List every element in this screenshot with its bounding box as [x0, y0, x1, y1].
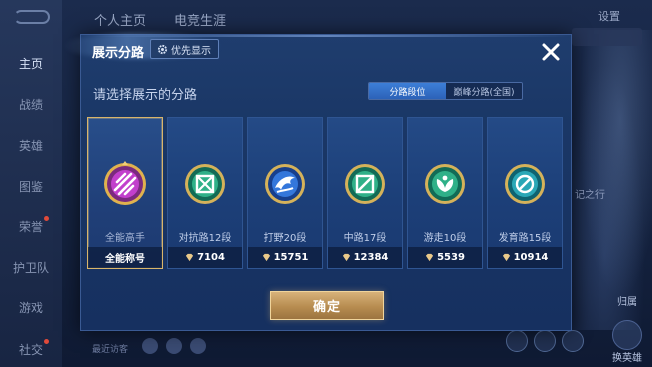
diamond-score-icon [502, 253, 510, 262]
card-label: 游走10段 [423, 233, 467, 244]
card-footer: 12384 [328, 247, 402, 268]
tab-lane-rank[interactable]: 分路段位 [369, 83, 446, 99]
lane-card-mid[interactable]: 中路17段 12384 [327, 117, 403, 269]
display-lane-dialog: 展示分路 优先显示 请选择展示的分路 分路段位 巅峰分路(全国) 全能高手 全能… [63, 33, 572, 331]
tab-esports[interactable]: 电竞生涯 [174, 10, 226, 29]
nav-item-guard[interactable]: 护卫队 [0, 259, 62, 276]
action-circle-icon[interactable] [562, 330, 584, 352]
card-footer-text: 15751 [273, 252, 309, 263]
action-circle-icon[interactable] [534, 330, 556, 352]
nav-item-home[interactable]: 主页 [0, 55, 62, 72]
notification-dot [44, 216, 49, 221]
close-button[interactable] [538, 39, 564, 65]
recent-visitors-label: 最近访客 [92, 345, 129, 355]
roam-emblem-icon [425, 164, 465, 204]
card-label: 对抗路12段 [178, 233, 232, 244]
hero-artwork [572, 30, 652, 330]
card-label: 全能高手 [105, 233, 145, 244]
avatar[interactable] [166, 338, 182, 354]
tab-personal[interactable]: 个人主页 [94, 10, 146, 29]
nav-item-record[interactable]: 战绩 [0, 96, 62, 113]
lane-card-jungle[interactable]: 打野20段 15751 [247, 117, 323, 269]
lane-card-roam[interactable]: 游走10段 5539 [407, 117, 483, 269]
nav-item-game[interactable]: 游戏 [0, 299, 62, 316]
switch-hero-label: 换英雄 [612, 353, 642, 364]
gear-icon [157, 44, 168, 54]
card-label: 中路17段 [343, 233, 387, 244]
quick-actions [506, 330, 584, 352]
close-icon [542, 43, 560, 61]
lane-card-all[interactable]: 全能高手 全能称号 [87, 117, 163, 269]
priority-label: 优先显示 [171, 45, 211, 57]
priority-display-badge[interactable]: 优先显示 [150, 39, 219, 59]
card-footer-text: 12384 [353, 252, 389, 263]
side-text: 记之行 [575, 190, 605, 201]
card-footer: 7104 [168, 247, 242, 268]
confirm-button[interactable]: 确定 [270, 291, 384, 320]
diamond-score-icon [185, 253, 194, 262]
right-mid-label: 归属 [617, 297, 637, 308]
all-round-emblem-icon [104, 161, 146, 205]
jungle-emblem-icon [265, 164, 305, 204]
diamond-score-icon [342, 253, 350, 262]
notification-dot [44, 339, 49, 344]
data-badge [572, 28, 642, 46]
dialog-title: 展示分路 [92, 46, 145, 61]
action-circle-icon[interactable] [506, 330, 528, 352]
avatar[interactable] [142, 338, 158, 354]
diamond-score-icon [262, 253, 270, 262]
game-logo-icon [14, 10, 50, 24]
select-prompt: 请选择展示的分路 [93, 88, 198, 103]
avatar[interactable] [190, 338, 206, 354]
card-label: 发育路15段 [498, 233, 552, 244]
farm-lane-emblem-icon [505, 164, 545, 204]
lane-card-farm[interactable]: 发育路15段 10914 [487, 117, 563, 269]
nav-item-honor[interactable]: 荣誉 [0, 216, 62, 235]
card-footer: 全能称号 [88, 247, 162, 268]
diamond-score-icon [425, 253, 434, 262]
clash-lane-emblem-icon [185, 164, 225, 204]
nav-item-social[interactable]: 社交 [0, 339, 62, 358]
switch-hero-button[interactable] [612, 320, 642, 350]
mid-lane-emblem-icon [345, 164, 385, 204]
settings-button[interactable]: 设置 [598, 8, 620, 24]
card-footer-text: 10914 [513, 252, 549, 263]
lane-card-clash[interactable]: 对抗路12段 7104 [167, 117, 243, 269]
card-footer: 15751 [248, 247, 322, 268]
nav-item-hero[interactable]: 英雄 [0, 137, 62, 154]
card-footer-text: 全能称号 [105, 254, 145, 265]
lane-rank-switch: 分路段位 巅峰分路(全国) [368, 82, 523, 100]
card-footer: 5539 [408, 247, 482, 268]
card-footer: 10914 [488, 247, 562, 268]
tab-peak-lane[interactable]: 巅峰分路(全国) [446, 83, 522, 99]
visitor-avatars [142, 338, 206, 354]
card-footer-text: 7104 [197, 252, 225, 263]
card-footer-text: 5539 [437, 252, 465, 263]
card-label: 打野20段 [263, 233, 307, 244]
nav-item-atlas[interactable]: 图鉴 [0, 178, 62, 195]
